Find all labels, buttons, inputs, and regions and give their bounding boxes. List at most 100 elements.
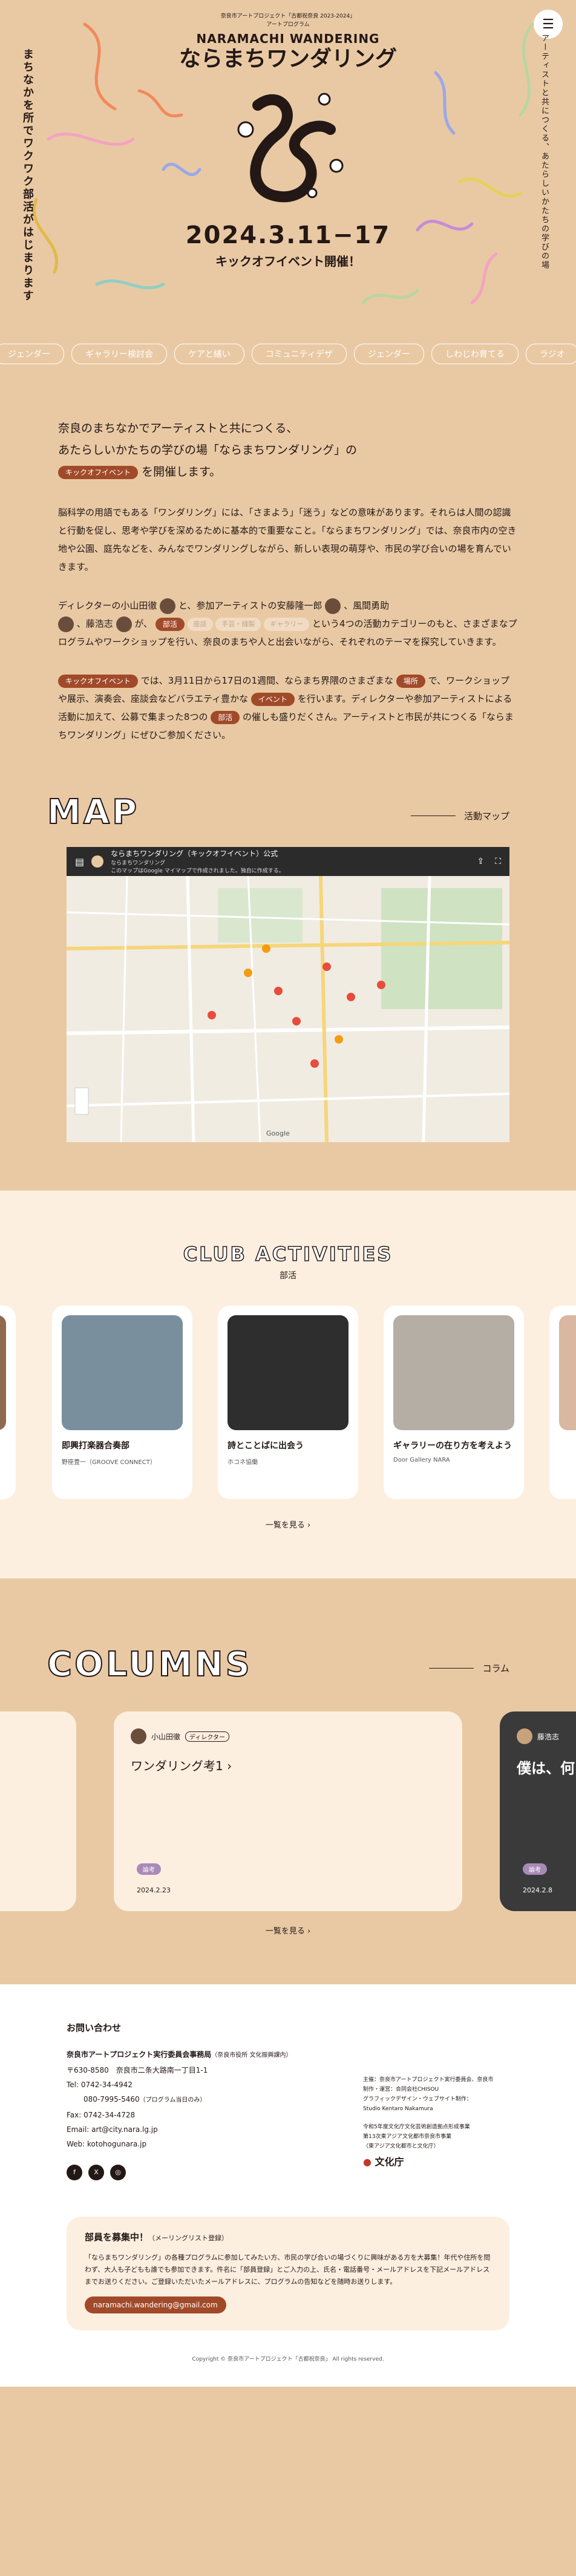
contact-fax: Fax: 0742-34-4728 <box>67 2111 136 2119</box>
more-label: 一覧を見る <box>265 1521 305 1530</box>
club-header: CLUB ACTIVITIES 部活 <box>0 1242 576 1281</box>
project-line-1: 奈良市アートプロジェクト「古都祝奈良 2023-2024」 <box>220 13 356 19</box>
x-icon[interactable]: X <box>88 2165 104 2180</box>
column-category-badge: 論考 <box>137 1863 161 1875</box>
section-label: コラム <box>429 1662 509 1675</box>
facebook-icon[interactable]: f <box>67 2165 82 2180</box>
embedded-map[interactable]: ▤ ならまちワンダリング（キックオフイベント）公式 ならまちワンダリング このマ… <box>67 847 509 1142</box>
map-sidebar-icon[interactable]: ▤ <box>75 856 84 868</box>
place-badge[interactable]: 場所 <box>396 674 425 688</box>
tag-chip[interactable]: しわじわ育てる <box>431 344 519 364</box>
map-canvas[interactable] <box>67 875 509 1142</box>
column-author: 藤浩志 <box>517 1728 576 1744</box>
tag-chip[interactable]: ジェンダー <box>0 344 64 364</box>
category-badge[interactable]: 部活 <box>155 617 185 631</box>
column-category-badge: 論考 <box>523 1863 547 1875</box>
card-organizer: ホコネ協働 <box>227 1459 258 1466</box>
card-organizer: 野座豊一（GROOVE CONNECT） <box>62 1459 156 1466</box>
column-title-text: ワンダリング考1 <box>131 1759 223 1773</box>
columns-more-link[interactable]: 一覧を見る › <box>0 1924 576 1936</box>
card-image <box>393 1315 514 1430</box>
org-name: 奈良市アートプロジェクト実行委員会事務局 <box>67 2050 212 2059</box>
kickoff-badge[interactable]: キックオフイベント <box>58 465 139 479</box>
avatar-fuji[interactable] <box>116 616 132 632</box>
credit-line: （東アジア文化都市と文化庁） <box>363 2143 439 2149</box>
recruit-title-note: （メーリングリスト登録） <box>148 2234 229 2242</box>
section-title-en: MAP <box>47 792 140 832</box>
columns-carousel: 小山田徹 ディレクター ワンダリング考1 › 論考 2024.2.23 藤浩志 … <box>0 1711 576 1911</box>
share-icon[interactable]: ⇪ <box>477 857 484 866</box>
lead-line-3: を開催します。 <box>142 465 221 479</box>
recruit-title-text: 部員を募集中！ <box>85 2232 149 2243</box>
column-title: ワンダリング考1 › <box>131 1756 445 1774</box>
card-image <box>0 1315 6 1430</box>
contact-org: 奈良市アートプロジェクト実行委員会事務局（奈良市役所 文化振興課内） <box>67 2047 333 2063</box>
instagram-icon[interactable]: ◎ <box>110 2165 126 2180</box>
avatar-kazama[interactable] <box>58 616 74 632</box>
text: ディレクターの小山田徹 <box>58 600 157 611</box>
tag-row: ジェンダー ギャラリー検討会 ケアと繕い コミュニティデザ ジェンダー しわじわ… <box>0 344 576 364</box>
column-card-partial[interactable]: 藤浩志 僕は、何を 論考 2024.2.8 <box>500 1711 576 1911</box>
bunkacho-logo: ● 文化庁 <box>363 2156 404 2168</box>
text: 、藤浩志 <box>76 618 113 629</box>
social-links: f X ◎ <box>67 2165 333 2180</box>
club-card[interactable]: 即興打楽器合奏部 野座豊一（GROOVE CONNECT） <box>52 1306 192 1499</box>
map-header: MAP 活動マップ <box>0 792 576 847</box>
lead-line-1: 奈良のまちなかでアーティストと共につくる、 <box>58 422 298 435</box>
tag-chip[interactable]: ジェンダー <box>353 344 424 364</box>
tel2-note: （プログラム当日のみ） <box>139 2097 206 2104</box>
avatar-ando[interactable] <box>325 598 341 614</box>
section-title-en: CLUB ACTIVITIES <box>183 1242 393 1266</box>
credit-line: 令和5年度文化庁文化芸術創造拠点形成事業 <box>363 2124 470 2130</box>
event-badge[interactable]: イベント <box>250 692 295 706</box>
club-carousel: 即興打楽器合奏部 野座豊一（GROOVE CONNECT） 詩とことばに出会う … <box>0 1306 576 1505</box>
tag-chip[interactable]: ラジオ <box>525 344 576 364</box>
category-badge[interactable]: 座談 <box>187 617 213 631</box>
contact-tel[interactable]: Tel: 0742-34-4942 <box>67 2077 333 2092</box>
intro-paragraph-4: キックオフイベント では、3月11日から17日の1週間、ならまち界隈のさまざまな… <box>58 672 518 744</box>
avatar-oyamada[interactable] <box>160 598 176 614</box>
contact-email[interactable]: Email: art@city.nara.lg.jp <box>67 2122 333 2137</box>
tag-chip[interactable]: コミュニティデザ <box>251 344 347 364</box>
tagline-vertical-left: まちなかを所でワクワク部活がはじまります <box>21 48 34 302</box>
tag-marquee: ジェンダー ギャラリー検討会 ケアと繕い コミュニティデザ ジェンダー しわじわ… <box>0 327 576 381</box>
footer-top: お問い合わせ 奈良市アートプロジェクト実行委員会事務局（奈良市役所 文化振興課内… <box>67 2021 509 2180</box>
map-title-block: ならまちワンダリング（キックオフイベント）公式 ならまちワンダリング このマップ… <box>111 849 284 874</box>
recruit-email-button[interactable]: naramachi.wandering@gmail.com <box>85 2296 226 2313</box>
org-note: （奈良市役所 文化振興課内） <box>211 2052 292 2059</box>
kickoff-badge[interactable]: キックオフイベント <box>58 674 139 688</box>
club-card-partial[interactable] <box>549 1306 576 1499</box>
club-card[interactable]: 詩とことばに出会う ホコネ協働 <box>218 1306 358 1499</box>
columns-header: COLUMNS コラム <box>0 1644 576 1699</box>
category-badge[interactable]: 手芸・縫製 <box>215 617 261 631</box>
divider <box>429 1668 474 1669</box>
intro-lead: 奈良のまちなかでアーティストと共につくる、 あたらしいかたちの学びの場「ならまち… <box>58 417 518 483</box>
text: では、3月11日から17日の1週間、ならまち界隈のさまざまな <box>140 675 394 686</box>
club-more-link[interactable]: 一覧を見る › <box>0 1518 576 1530</box>
tag-chip[interactable]: ギャラリー検討会 <box>71 344 167 364</box>
chevron-right-icon: › <box>227 1759 232 1773</box>
column-title: 僕は、何を <box>517 1760 576 1777</box>
tag-chip[interactable]: ケアと繕い <box>174 344 244 364</box>
club-card-partial[interactable] <box>0 1306 16 1499</box>
map-title: ならまちワンダリング（キックオフイベント）公式 <box>111 849 278 858</box>
project-line-2: アートプログラム <box>266 22 310 28</box>
text: と、参加アーティストの安藤隆一郎 <box>178 600 322 611</box>
club-badge[interactable]: 部活 <box>211 710 240 724</box>
intro-paragraph-3: ディレクターの小山田徹 と、参加アーティストの安藤隆一郎 、風間勇助 、藤浩志 … <box>58 597 518 651</box>
credits-block: 主催：奈良市アートプロジェクト実行委員会、奈良市 制作・運営：合同会社CHISO… <box>363 2021 493 2180</box>
column-card[interactable]: 小山田徹 ディレクター ワンダリング考1 › 論考 2024.2.23 <box>114 1711 462 1911</box>
column-card-partial[interactable] <box>0 1711 76 1911</box>
category-badge[interactable]: ギャラリー <box>264 617 310 631</box>
bunkacho-text: 文化庁 <box>375 2156 404 2168</box>
fullscreen-icon[interactable]: ⛶ <box>495 857 501 866</box>
logo-jp: ならまちワンダリング <box>178 47 397 71</box>
section-label-text: 活動マップ <box>463 811 509 822</box>
text: が、 <box>134 618 153 629</box>
contact-web[interactable]: Web: kotohogunara.jp <box>67 2137 333 2151</box>
club-card[interactable]: ギャラリーの在り方を考えよう Door Gallery NARA <box>384 1306 524 1499</box>
logo-en: NARAMACHI WANDERING <box>196 31 380 46</box>
text: 、風間勇助 <box>344 600 390 611</box>
map-toolbar: ▤ ならまちワンダリング（キックオフイベント）公式 ならまちワンダリング このマ… <box>67 847 509 876</box>
tel2[interactable]: 080-7995-5460 <box>83 2095 140 2104</box>
